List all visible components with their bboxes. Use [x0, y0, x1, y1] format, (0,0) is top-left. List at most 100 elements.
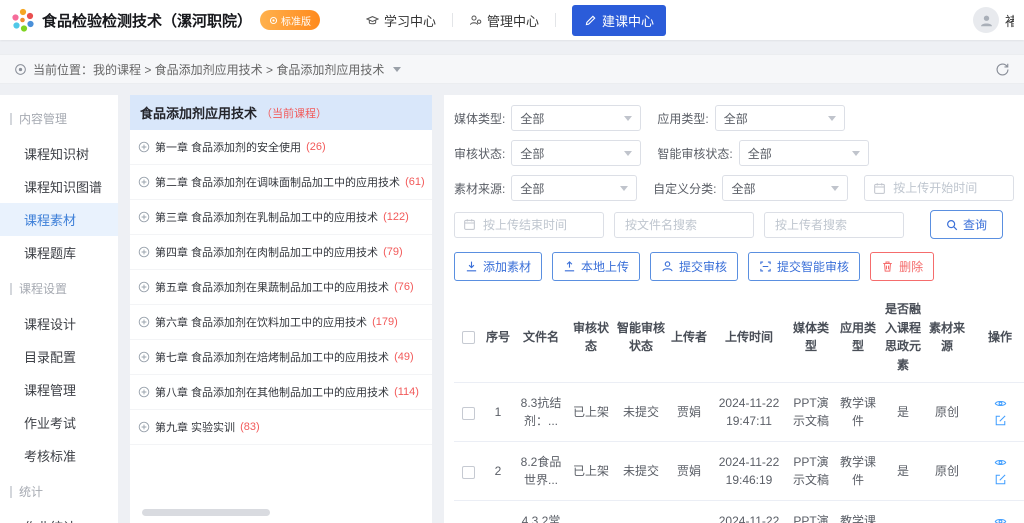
smart-audit-status-select[interactable]: 全部	[739, 140, 869, 166]
nav-divider	[555, 13, 556, 27]
select-all-checkbox[interactable]	[462, 331, 475, 344]
edit-icon[interactable]	[994, 414, 1007, 427]
cell-seq: 2	[482, 442, 514, 501]
chapter-item-2[interactable]: 第二章 食品添加剂在调味面制品加工中的应用技术 (61)	[130, 165, 432, 200]
view-icon[interactable]	[994, 397, 1007, 410]
cell-filename[interactable]: 4.3.2常见水...	[514, 501, 568, 523]
sidebar-item-assessment-standard[interactable]: 考核标准	[0, 439, 118, 472]
uploader-search-field[interactable]	[773, 217, 895, 233]
chapter-item-3[interactable]: 第三章 食品添加剂在乳制品加工中的应用技术 (122)	[130, 200, 432, 235]
sidebar-item-catalog-config[interactable]: 目录配置	[0, 340, 118, 373]
nav-build-center[interactable]: 建课中心	[572, 5, 666, 36]
sidebar-item-homework-exam[interactable]: 作业考试	[0, 406, 118, 439]
upload-start-time-field[interactable]	[891, 180, 1005, 196]
view-icon[interactable]	[994, 515, 1007, 523]
nav-study-center[interactable]: 学习中心	[350, 11, 452, 30]
expand-plus-icon	[138, 281, 150, 293]
chapter-count: (179)	[372, 316, 398, 328]
medal-icon	[269, 16, 278, 25]
sidebar-item-knowledge-graph[interactable]: 课程知识图谱	[0, 170, 118, 203]
chevron-down-icon[interactable]	[393, 67, 401, 72]
user-avatar[interactable]	[973, 7, 999, 33]
sidebar: 内容管理 课程知识树 课程知识图谱 课程素材 课程题库 课程设置 课程设计 目录…	[0, 95, 118, 523]
person-icon	[661, 260, 674, 273]
add-material-label: 添加素材	[483, 258, 531, 275]
search-button[interactable]: 查询	[930, 210, 1003, 239]
upload-end-time-field[interactable]	[481, 217, 595, 233]
chevron-down-icon	[831, 186, 839, 191]
sidebar-item-course-design[interactable]: 课程设计	[0, 307, 118, 340]
breadcrumb-bar: 当前位置：我的课程 > 食品添加剂应用技术 > 食品添加剂应用技术	[0, 54, 1024, 84]
cell-uploader: 贾娟	[668, 442, 710, 501]
sidebar-item-homework-stats[interactable]: 作业统计	[0, 510, 118, 523]
version-badge-label: 标准版	[281, 13, 311, 28]
sidebar-item-course-manage[interactable]: 课程管理	[0, 373, 118, 406]
material-source-select[interactable]: 全部	[511, 175, 637, 201]
back-button[interactable]	[995, 62, 1010, 77]
chapter-item-4[interactable]: 第四章 食品添加剂在肉制品加工中的应用技术 (79)	[130, 235, 432, 270]
cell-filename[interactable]: 8.2食品世界...	[514, 442, 568, 501]
upload-start-time-input[interactable]	[864, 175, 1014, 201]
chapter-title: 第二章 食品添加剂在调味面制品加工中的应用技术	[155, 174, 400, 190]
section-bar	[10, 486, 12, 498]
sidebar-item-course-materials[interactable]: 课程素材	[0, 203, 118, 236]
add-material-button[interactable]: 添加素材	[454, 252, 542, 281]
delete-button[interactable]: 删除	[870, 252, 934, 281]
custom-category-select[interactable]: 全部	[722, 175, 848, 201]
chevron-down-icon	[624, 151, 632, 156]
chapter-item-8[interactable]: 第八章 食品添加剂在其他制品加工中的应用技术 (114)	[130, 375, 432, 410]
media-type-select[interactable]: 全部	[511, 105, 641, 131]
column-header-smart-audit: 智能审核状态	[614, 292, 668, 383]
expand-plus-icon	[138, 176, 150, 188]
chapter-title: 第四章 食品添加剂在肉制品加工中的应用技术	[155, 244, 378, 260]
app-type-select[interactable]: 全部	[715, 105, 845, 131]
cell-media-type: PPT演示文稿	[788, 383, 834, 442]
filename-search-input[interactable]	[614, 212, 754, 238]
cell-upload-time: 2024-11-22 19:46:19	[710, 442, 788, 501]
chapter-item-5[interactable]: 第五章 食品添加剂在果蔬制品加工中的应用技术 (76)	[130, 270, 432, 305]
graduation-cap-icon	[366, 14, 379, 27]
row-checkbox[interactable]	[462, 407, 475, 420]
upload-end-time-input[interactable]	[454, 212, 604, 238]
column-header-ideology: 是否融入课程思政元素	[882, 292, 924, 383]
local-upload-button[interactable]: 本地上传	[552, 252, 640, 281]
cell-filename[interactable]: 8.3抗结剂：...	[514, 383, 568, 442]
search-button-label: 查询	[963, 216, 987, 233]
view-icon[interactable]	[994, 456, 1007, 469]
user-area: 褚	[973, 7, 1014, 33]
table-row-3: 3 4.3.2常见水... 已上架 未提交 贾娟 2024-11-22 19:4…	[454, 501, 1024, 523]
cell-seq: 3	[482, 501, 514, 523]
user-name: 褚	[1005, 11, 1014, 30]
sidebar-item-question-bank[interactable]: 课程题库	[0, 236, 118, 269]
column-header-audit: 审核状态	[568, 292, 614, 383]
nav-build-label: 建课中心	[602, 11, 654, 30]
expand-plus-icon	[138, 211, 150, 223]
chapter-item-7[interactable]: 第七章 食品添加剂在焙烤制品加工中的应用技术 (49)	[130, 340, 432, 375]
filename-search-field[interactable]	[623, 217, 745, 233]
chapter-item-6[interactable]: 第六章 食品添加剂在饮料加工中的应用技术 (179)	[130, 305, 432, 340]
select-value: 全部	[520, 110, 544, 127]
edit-icon[interactable]	[994, 473, 1007, 486]
audit-status-select[interactable]: 全部	[511, 140, 641, 166]
nav-manage-center[interactable]: 管理中心	[453, 11, 555, 30]
calendar-icon	[873, 182, 886, 195]
chapter-title: 第九章 实验实训	[155, 419, 235, 435]
row-checkbox[interactable]	[462, 466, 475, 479]
select-value: 全部	[520, 180, 544, 197]
table-row-2: 2 8.2食品世界... 已上架 未提交 贾娟 2024-11-22 19:46…	[454, 442, 1024, 501]
horizontal-scrollbar[interactable]	[142, 509, 270, 516]
header-checkbox-cell	[454, 292, 482, 383]
chapter-title: 第七章 食品添加剂在焙烤制品加工中的应用技术	[155, 349, 389, 365]
cell-seq: 1	[482, 383, 514, 442]
cell-ops	[970, 383, 1024, 442]
uploader-search-input[interactable]	[764, 212, 904, 238]
chapter-item-9[interactable]: 第九章 实验实训 (83)	[130, 410, 432, 445]
app-logo-icon	[10, 7, 36, 33]
cell-upload-time: 2024-11-22 19:47:11	[710, 383, 788, 442]
chapter-item-1[interactable]: 第一章 食品添加剂的安全使用 (26)	[130, 130, 432, 165]
submit-smart-audit-button[interactable]: 提交智能审核	[748, 252, 860, 281]
current-course-header[interactable]: 食品添加剂应用技术 （当前课程）	[130, 95, 432, 130]
current-course-tag: （当前课程）	[261, 105, 327, 121]
submit-audit-button[interactable]: 提交审核	[650, 252, 738, 281]
sidebar-item-knowledge-tree[interactable]: 课程知识树	[0, 137, 118, 170]
